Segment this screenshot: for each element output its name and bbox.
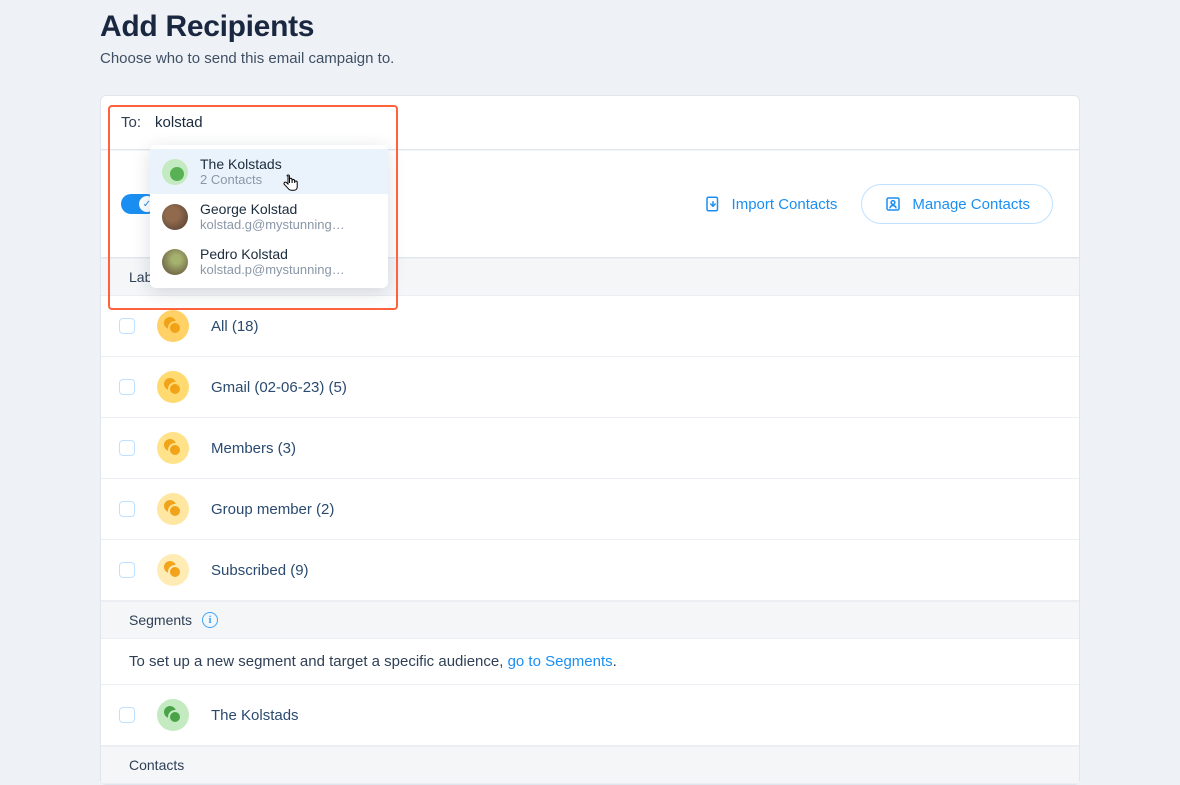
segments-section-title: Segments bbox=[129, 612, 192, 628]
manage-contacts-button[interactable]: Manage Contacts bbox=[861, 184, 1053, 224]
manage-contacts-label: Manage Contacts bbox=[912, 196, 1030, 213]
label-icon bbox=[157, 554, 189, 586]
segment-icon bbox=[157, 699, 189, 731]
checkbox[interactable] bbox=[119, 440, 135, 456]
checkbox[interactable] bbox=[119, 562, 135, 578]
label-text: Members (3) bbox=[211, 440, 296, 457]
checkbox[interactable] bbox=[119, 379, 135, 395]
label-row[interactable]: Members (3) bbox=[101, 418, 1079, 479]
checkbox[interactable] bbox=[119, 318, 135, 334]
import-icon bbox=[704, 195, 722, 213]
autocomplete-item[interactable]: Pedro Kolstad kolstad.p@mystunning… bbox=[150, 239, 388, 284]
page-subtitle: Choose who to send this email campaign t… bbox=[100, 50, 1080, 67]
autocomplete-item[interactable]: The Kolstads 2 Contacts bbox=[150, 149, 388, 194]
segments-help: To set up a new segment and target a spe… bbox=[101, 639, 1079, 685]
autocomplete-title: Pedro Kolstad bbox=[200, 246, 345, 262]
autocomplete-sub: kolstad.g@mystunning… bbox=[200, 217, 345, 232]
page-title: Add Recipients bbox=[100, 0, 1080, 44]
avatar-icon bbox=[162, 249, 188, 275]
to-row: To: bbox=[101, 96, 1079, 150]
label-text: All (18) bbox=[211, 318, 259, 335]
import-contacts-button[interactable]: Import Contacts bbox=[704, 195, 838, 213]
label-icon bbox=[157, 432, 189, 464]
avatar-icon bbox=[162, 204, 188, 230]
checkbox[interactable] bbox=[119, 501, 135, 517]
autocomplete-title: The Kolstads bbox=[200, 156, 282, 172]
segment-row[interactable]: The Kolstads bbox=[101, 685, 1079, 746]
autocomplete-title: George Kolstad bbox=[200, 201, 345, 217]
contacts-section-title: Contacts bbox=[129, 757, 184, 773]
label-icon bbox=[157, 371, 189, 403]
checkbox[interactable] bbox=[119, 707, 135, 723]
label-row[interactable]: Gmail (02-06-23) (5) bbox=[101, 357, 1079, 418]
segments-help-suffix: . bbox=[613, 653, 617, 670]
to-input[interactable] bbox=[155, 114, 1065, 131]
label-text: Gmail (02-06-23) (5) bbox=[211, 379, 347, 396]
contacts-section-header: Contacts bbox=[101, 746, 1079, 784]
autocomplete-sub: 2 Contacts bbox=[200, 172, 282, 187]
label-row[interactable]: All (18) bbox=[101, 296, 1079, 357]
autocomplete-dropdown: The Kolstads 2 Contacts George Kolstad k… bbox=[150, 145, 388, 288]
label-row[interactable]: Group member (2) bbox=[101, 479, 1079, 540]
label-icon bbox=[157, 493, 189, 525]
label-text: Group member (2) bbox=[211, 501, 334, 518]
info-icon[interactable]: i bbox=[202, 612, 218, 628]
contacts-icon bbox=[884, 195, 902, 213]
segments-section-header: Segments i bbox=[101, 601, 1079, 639]
label-row[interactable]: Subscribed (9) bbox=[101, 540, 1079, 601]
group-avatar-icon bbox=[162, 159, 188, 185]
to-label: To: bbox=[121, 114, 141, 131]
label-icon bbox=[157, 310, 189, 342]
import-contacts-label: Import Contacts bbox=[732, 196, 838, 213]
segments-help-prefix: To set up a new segment and target a spe… bbox=[129, 653, 508, 670]
autocomplete-item[interactable]: George Kolstad kolstad.g@mystunning… bbox=[150, 194, 388, 239]
go-to-segments-link[interactable]: go to Segments bbox=[508, 653, 613, 670]
autocomplete-sub: kolstad.p@mystunning… bbox=[200, 262, 345, 277]
segment-text: The Kolstads bbox=[211, 707, 299, 724]
label-text: Subscribed (9) bbox=[211, 562, 309, 579]
